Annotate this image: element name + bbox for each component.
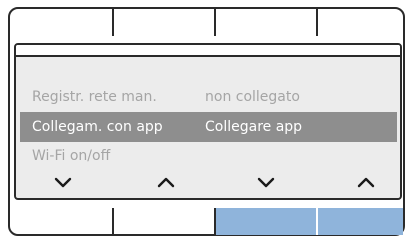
softkey-bottom-3[interactable] [216, 208, 316, 235]
menu-row-label: Wi-Fi on/off [32, 148, 111, 164]
menu-row-label: Collegam. con app [32, 119, 163, 135]
menu-row-value: non collegato [205, 89, 300, 105]
menu-row-label: Registr. rete man. [32, 89, 157, 105]
menu-row-manual-network[interactable]: Registr. rete man. non collegato [20, 82, 397, 112]
softkey-divider-top [214, 8, 216, 36]
softkey-divider-bottom [214, 208, 216, 235]
chevron-down-icon[interactable] [257, 175, 275, 189]
softkey-divider-bottom [112, 208, 114, 235]
menu-row-value: Collegare app [205, 119, 303, 135]
softkey-divider-top [112, 8, 114, 36]
chevron-down-icon[interactable] [54, 175, 72, 189]
softkey-bottom-4[interactable] [318, 208, 403, 235]
menu-row-app-connection[interactable]: Collegam. con app Collegare app [20, 112, 397, 142]
softkey-divider-top [316, 8, 318, 36]
chevron-up-icon[interactable] [357, 175, 375, 189]
softkey-divider-bottom [316, 208, 318, 235]
menu-row-wifi-toggle[interactable]: Wi-Fi on/off [20, 141, 397, 171]
display-header [16, 45, 400, 57]
chevron-up-icon[interactable] [157, 175, 175, 189]
